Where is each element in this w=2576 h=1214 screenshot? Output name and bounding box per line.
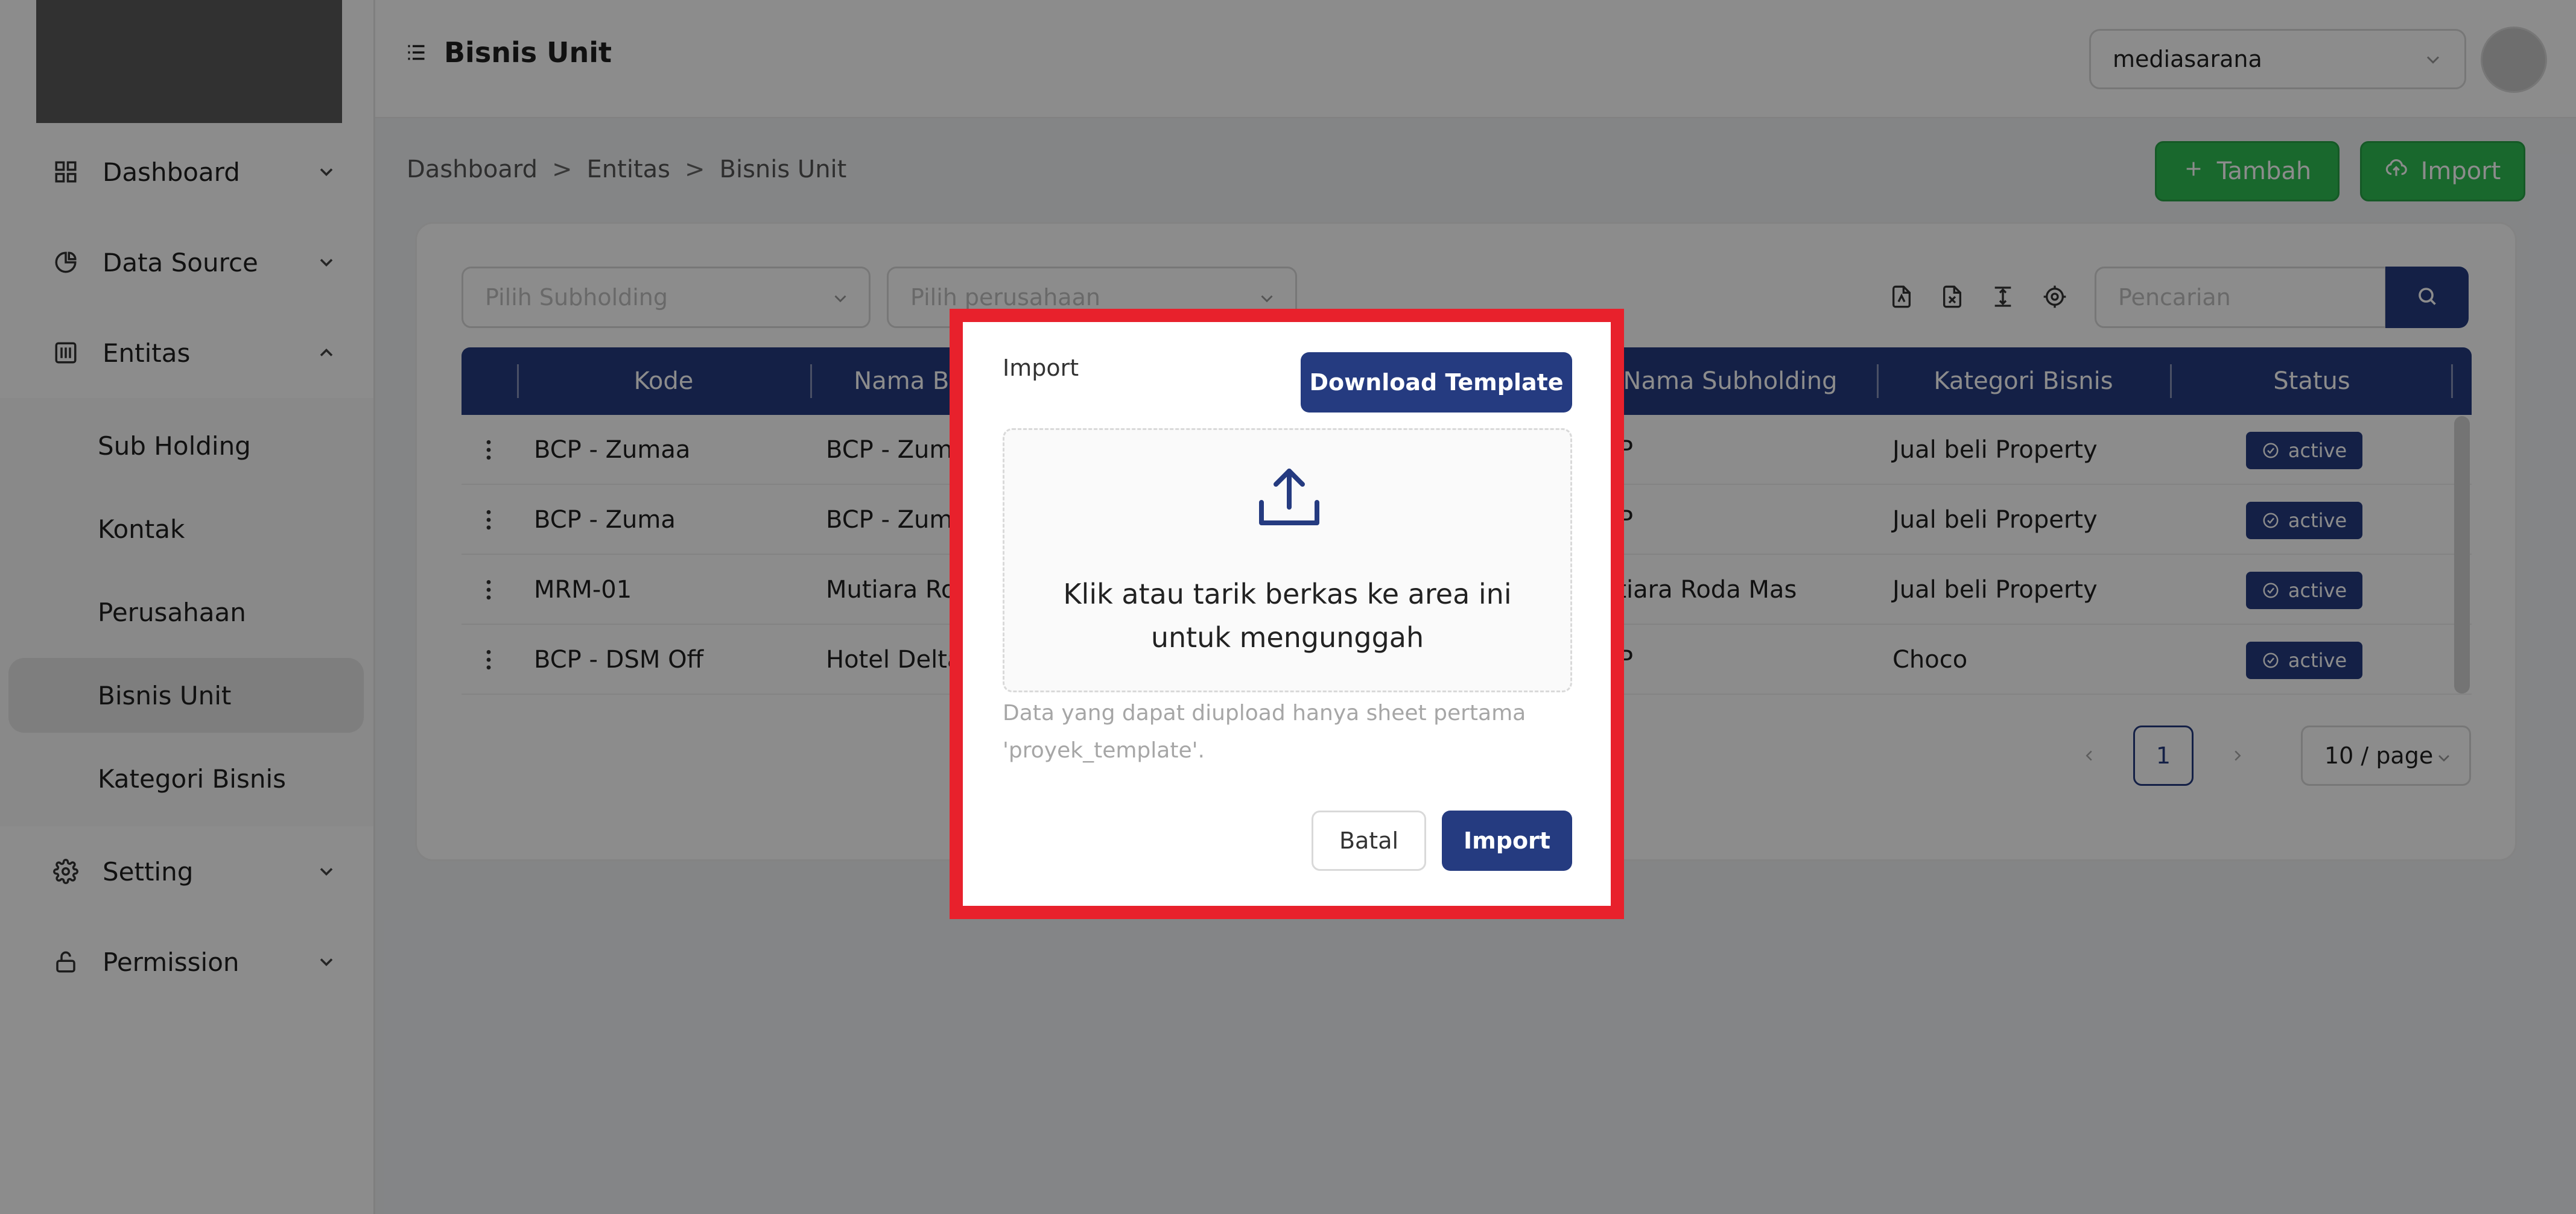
upload-dropzone[interactable]: Klik atau tarik berkas ke area ini untuk… — [1003, 428, 1572, 692]
download-template-button[interactable]: Download Template — [1301, 352, 1572, 413]
modal-title: Import — [1003, 355, 1079, 381]
modal-import-button[interactable]: Import — [1442, 811, 1572, 871]
upload-icon — [1253, 465, 1325, 531]
app-root: Dashboard Data Source Entitas Sub Holdin… — [0, 0, 2576, 1214]
dropzone-text: Klik atau tarik berkas ke area ini untuk… — [1063, 578, 1512, 654]
upload-hint: Data yang dapat diupload hanya sheet per… — [1003, 701, 1526, 763]
import-modal: Import Download Template Klik atau tarik… — [963, 322, 1611, 906]
cancel-button[interactable]: Batal — [1312, 811, 1426, 871]
